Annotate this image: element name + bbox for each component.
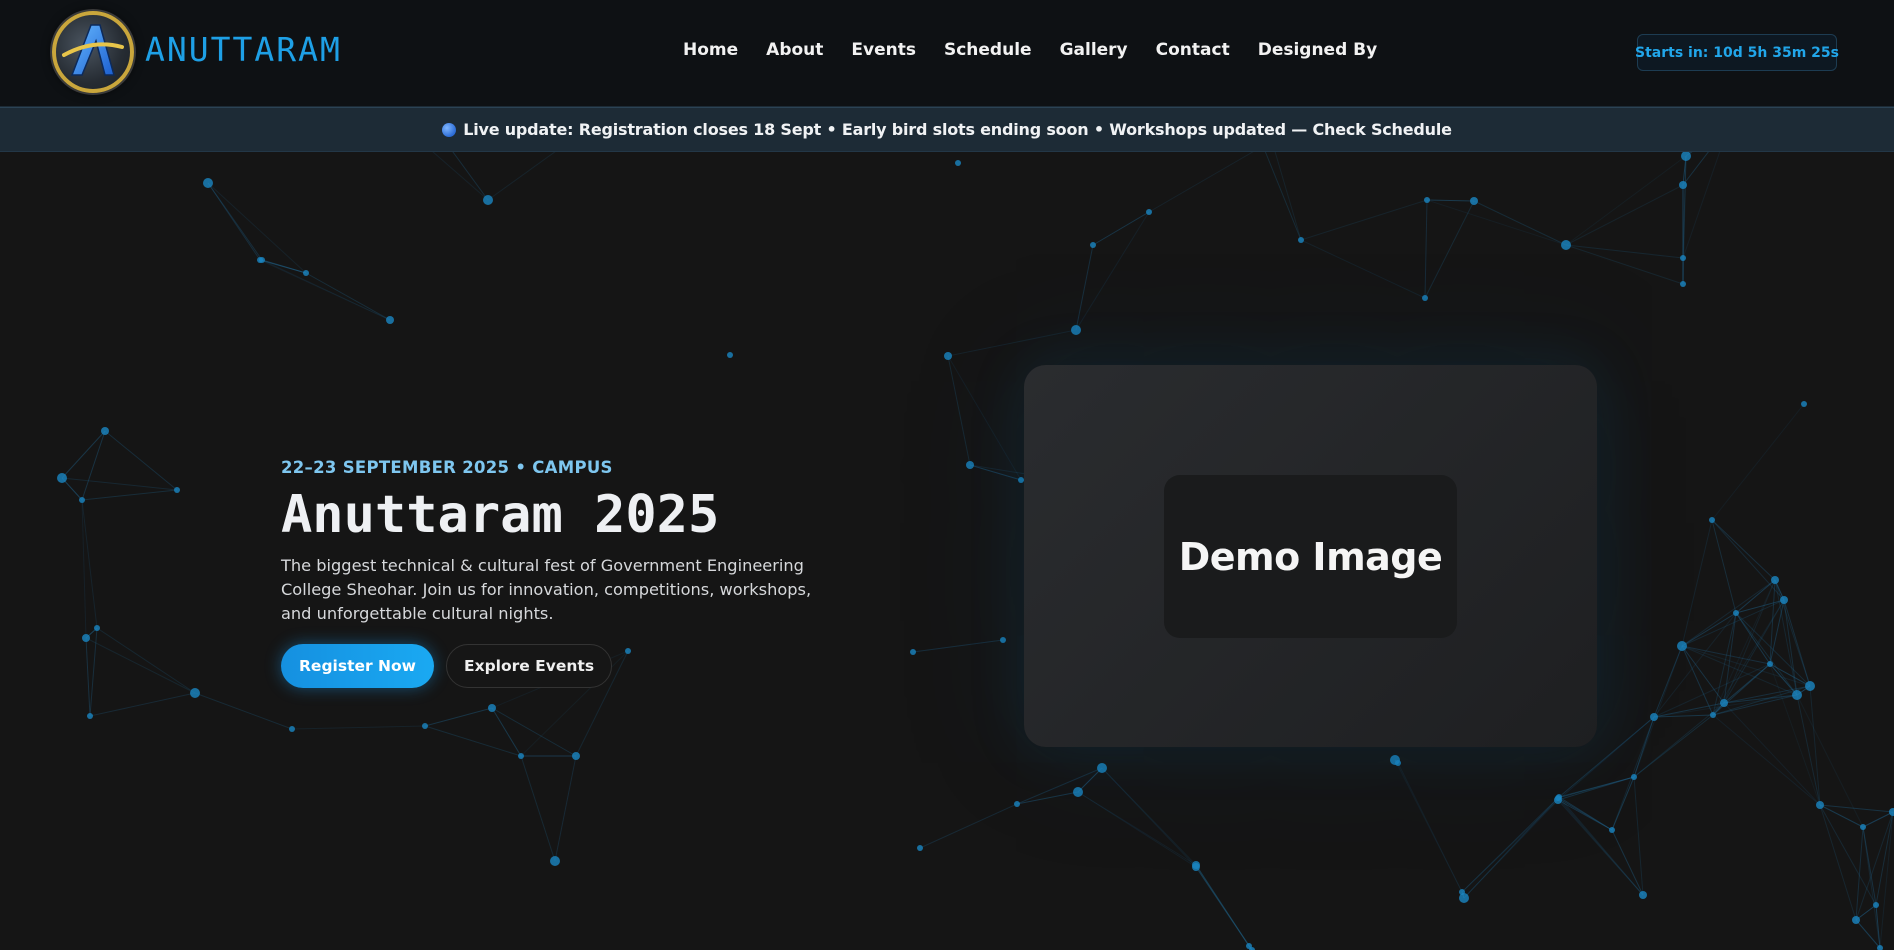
main-nav: Home About Events Schedule Gallery Conta… [683,40,1405,60]
hero-image-card: Demo Image [1024,365,1597,747]
ticker-text: Live update: Registration closes 18 Sept… [463,120,1452,139]
hero-title: Anuttaram 2025 [281,485,720,545]
nav-schedule[interactable]: Schedule [944,40,1032,60]
brand-name[interactable]: ANUTTARAM [145,30,342,69]
register-button[interactable]: Register Now [281,644,434,689]
nav-about[interactable]: About [766,40,823,60]
site-header: ANUTTARAM Home About Events Schedule Gal… [0,0,1894,107]
countdown-badge: Starts in: 10d 5h 35m 25s [1635,34,1839,71]
hero-description: The biggest technical & cultural fest of… [281,556,812,624]
nav-gallery[interactable]: Gallery [1060,40,1128,60]
page: ANUTTARAM Home About Events Schedule Gal… [0,0,1894,950]
nav-contact[interactable]: Contact [1156,40,1230,60]
hero-actions: Register Now Explore Events [281,644,841,689]
nav-designed-by[interactable]: Designed By [1258,40,1378,60]
demo-image-placeholder: Demo Image [1164,475,1457,638]
nav-events[interactable]: Events [851,40,916,60]
demo-image-label: Demo Image [1178,534,1443,579]
hero-content: 22–23 SEPTEMBER 2025 • CAMPUS Anuttaram … [281,458,841,689]
globe-icon [442,122,457,137]
live-update-ticker: Live update: Registration closes 18 Sept… [0,107,1894,152]
explore-events-button[interactable]: Explore Events [445,644,613,689]
nav-home[interactable]: Home [683,40,738,60]
logo-icon[interactable] [52,11,134,93]
event-date: 22–23 SEPTEMBER 2025 • CAMPUS [281,458,613,477]
